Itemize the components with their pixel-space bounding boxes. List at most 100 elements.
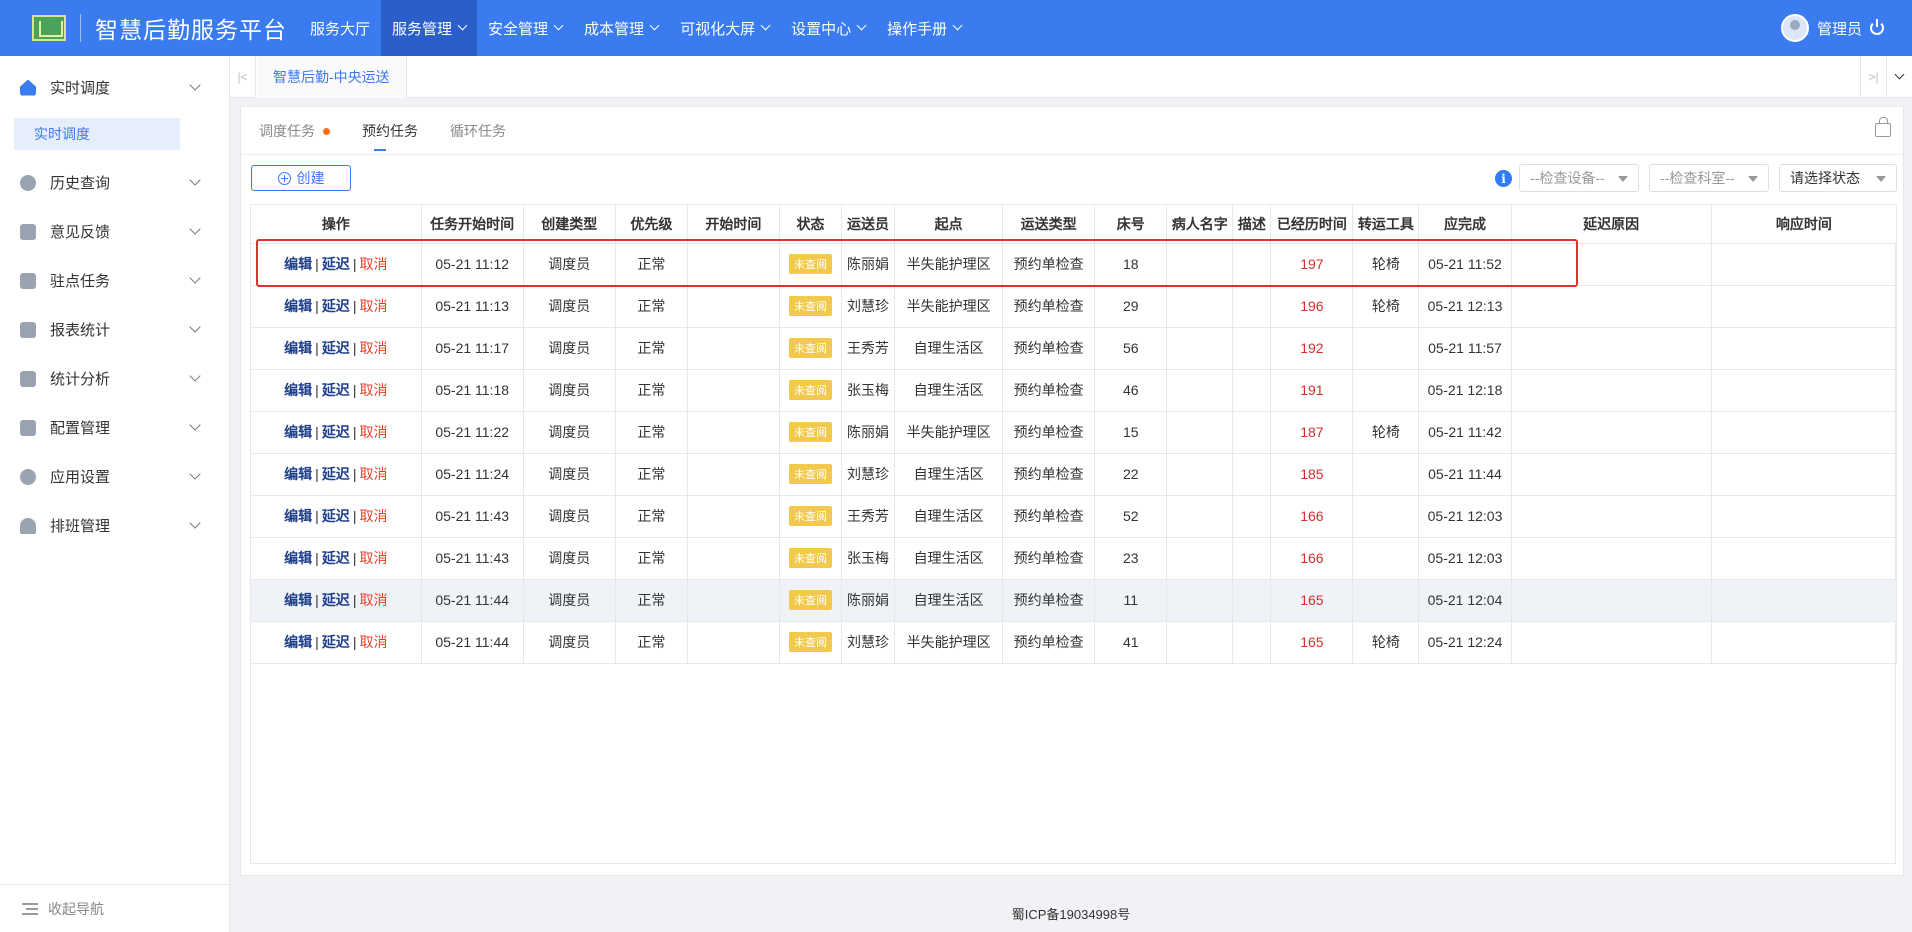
status-badge: 未查阅 <box>788 464 832 484</box>
cell-desc <box>1232 453 1272 496</box>
table-row[interactable]: 编辑 | 延迟 | 取消 05-21 11:44 调度员 正常 未查阅 陈丽娟 自理生活区 预约单检查… <box>251 579 1898 622</box>
cell-trans: 预约单检查 <box>1002 495 1096 538</box>
status-badge: 未查阅 <box>788 548 832 568</box>
cancel-link[interactable]: 取消 <box>359 298 387 314</box>
delay-link[interactable]: 延迟 <box>322 508 350 524</box>
edit-link[interactable]: 编辑 <box>284 550 312 566</box>
sidebar-item-7[interactable]: 应用设置 <box>0 452 229 501</box>
cell-elapsed: 187 <box>1270 411 1354 454</box>
delay-link[interactable]: 延迟 <box>322 550 350 566</box>
delay-link[interactable]: 延迟 <box>322 382 350 398</box>
table-row[interactable]: 编辑 | 延迟 | 取消 05-21 11:24 调度员 正常 未查阅 刘慧珍 自理生活区 预约单检查… <box>251 453 1898 496</box>
nav-item-6[interactable]: 操作手册 <box>876 0 972 56</box>
cancel-link[interactable]: 取消 <box>359 508 387 524</box>
table-row[interactable]: 编辑 | 延迟 | 取消 05-21 11:17 调度员 正常 未查阅 王秀芳 自理生活区 预约单检查… <box>251 327 1898 370</box>
edit-link[interactable]: 编辑 <box>284 634 312 650</box>
cell-begin <box>687 369 780 412</box>
action-separator: | <box>352 508 357 524</box>
tab-reserve-task[interactable]: 预约任务 <box>360 107 420 155</box>
sidebar-item-8[interactable]: 排班管理 <box>0 501 229 550</box>
status-cell: 未查阅 <box>779 453 842 496</box>
cancel-link[interactable]: 取消 <box>359 256 387 272</box>
status-select[interactable]: 请选择状态 <box>1779 164 1897 192</box>
edit-link[interactable]: 编辑 <box>284 298 312 314</box>
status-cell: 未查阅 <box>779 369 842 412</box>
info-icon[interactable]: i <box>1495 170 1512 187</box>
edit-link[interactable]: 编辑 <box>284 340 312 356</box>
user-name[interactable]: 管理员 <box>1817 18 1862 39</box>
cell-priority: 正常 <box>615 579 688 622</box>
tab-central-transport[interactable]: 智慧后勤-中央运送 <box>257 56 407 98</box>
department-select[interactable]: --检查科室-- <box>1649 164 1769 192</box>
power-icon[interactable] <box>1870 19 1884 35</box>
cell-start: 05-21 11:12 <box>421 243 524 286</box>
avatar[interactable] <box>1780 14 1809 42</box>
lock-icon[interactable] <box>1875 117 1891 137</box>
sidebar-item-6[interactable]: 配置管理 <box>0 403 229 452</box>
sidebar-item-4[interactable]: 报表统计 <box>0 305 229 354</box>
cell-type: 调度员 <box>523 579 616 622</box>
delay-link[interactable]: 延迟 <box>322 466 350 482</box>
sidebar-subitem-realtime[interactable]: 实时调度 <box>14 118 180 150</box>
cell-reason <box>1511 453 1712 496</box>
table-row[interactable]: 编辑 | 延迟 | 取消 05-21 11:18 调度员 正常 未查阅 张玉梅 自理生活区 预约单检查… <box>251 369 1898 412</box>
delay-link[interactable]: 延迟 <box>322 634 350 650</box>
cell-desc <box>1232 243 1272 286</box>
tab-loop-task[interactable]: 循环任务 <box>448 107 508 155</box>
table-row[interactable]: 编辑 | 延迟 | 取消 05-21 11:22 调度员 正常 未查阅 陈丽娟 半失能护理区 预约单检… <box>251 411 1898 454</box>
create-button[interactable]: 创建 <box>251 165 351 191</box>
table-row[interactable]: 编辑 | 延迟 | 取消 05-21 11:12 调度员 正常 未查阅 陈丽娟 半失能护理区 预约单检… <box>251 243 1898 286</box>
chevron-down-icon <box>189 223 201 235</box>
edit-link[interactable]: 编辑 <box>284 592 312 608</box>
cancel-link[interactable]: 取消 <box>359 592 387 608</box>
table-row[interactable]: 编辑 | 延迟 | 取消 05-21 11:44 调度员 正常 未查阅 刘慧珍 半失能护理区 预约单检… <box>251 621 1898 664</box>
cancel-link[interactable]: 取消 <box>359 634 387 650</box>
edit-link[interactable]: 编辑 <box>284 382 312 398</box>
edit-link[interactable]: 编辑 <box>284 466 312 482</box>
tabs-menu-button[interactable] <box>1886 56 1912 98</box>
nav-item-0[interactable]: 服务大厅 <box>299 0 381 56</box>
table-body: 编辑 | 延迟 | 取消 05-21 11:12 调度员 正常 未查阅 陈丽娟 半失能护理区 预约单检… <box>251 243 1898 664</box>
cancel-link[interactable]: 取消 <box>359 466 387 482</box>
device-select[interactable]: --检查设备-- <box>1519 164 1639 192</box>
delay-link[interactable]: 延迟 <box>322 298 350 314</box>
nav-item-4[interactable]: 可视化大屏 <box>669 0 780 56</box>
user-menu[interactable]: 管理员 <box>1780 14 1884 42</box>
cell-resp <box>1711 285 1898 328</box>
collapse-nav-button[interactable]: 收起导航 <box>0 884 230 932</box>
home-icon <box>20 79 36 96</box>
edit-link[interactable]: 编辑 <box>284 256 312 272</box>
delay-link[interactable]: 延迟 <box>322 340 350 356</box>
action-separator: | <box>315 340 319 356</box>
sidebar-item-2[interactable]: 意见反馈 <box>0 207 229 256</box>
table-row[interactable]: 编辑 | 延迟 | 取消 05-21 11:43 调度员 正常 未查阅 王秀芳 自理生活区 预约单检查… <box>251 495 1898 538</box>
sidebar-item-0[interactable]: 实时调度 <box>0 63 229 112</box>
sidebar-item-label: 排班管理 <box>50 518 111 535</box>
delay-link[interactable]: 延迟 <box>322 424 350 440</box>
sidebar-item-5[interactable]: 统计分析 <box>0 354 229 403</box>
table-row[interactable]: 编辑 | 延迟 | 取消 05-21 11:43 调度员 正常 未查阅 张玉梅 自理生活区 预约单检查… <box>251 537 1898 580</box>
table-row[interactable]: 编辑 | 延迟 | 取消 05-21 11:13 调度员 正常 未查阅 刘慧珍 半失能护理区 预约单检… <box>251 285 1898 328</box>
cell-origin: 半失能护理区 <box>894 243 1004 286</box>
tabs-scroll-left-icon[interactable]: |< <box>230 56 256 98</box>
cell-tool <box>1352 327 1420 370</box>
delay-link[interactable]: 延迟 <box>322 256 350 272</box>
tabs-scroll-right-icon[interactable]: >| <box>1860 56 1886 98</box>
nav-item-1[interactable]: 服务管理 <box>381 0 478 56</box>
logo-icon <box>32 15 66 41</box>
cancel-link[interactable]: 取消 <box>359 550 387 566</box>
sidebar-item-3[interactable]: 驻点任务 <box>0 256 229 305</box>
nav-item-5[interactable]: 设置中心 <box>780 0 876 56</box>
sidebar-item-1[interactable]: 历史查询 <box>0 158 229 207</box>
edit-link[interactable]: 编辑 <box>284 508 312 524</box>
cancel-link[interactable]: 取消 <box>359 382 387 398</box>
tab-dispatch-task[interactable]: 调度任务 <box>257 107 332 155</box>
edit-link[interactable]: 编辑 <box>284 424 312 440</box>
cancel-link[interactable]: 取消 <box>359 340 387 356</box>
brand-divider <box>80 14 81 42</box>
nav-item-2[interactable]: 安全管理 <box>477 0 573 56</box>
status-cell: 未查阅 <box>779 411 842 454</box>
nav-item-3[interactable]: 成本管理 <box>573 0 669 56</box>
delay-link[interactable]: 延迟 <box>322 592 350 608</box>
cancel-link[interactable]: 取消 <box>359 424 387 440</box>
